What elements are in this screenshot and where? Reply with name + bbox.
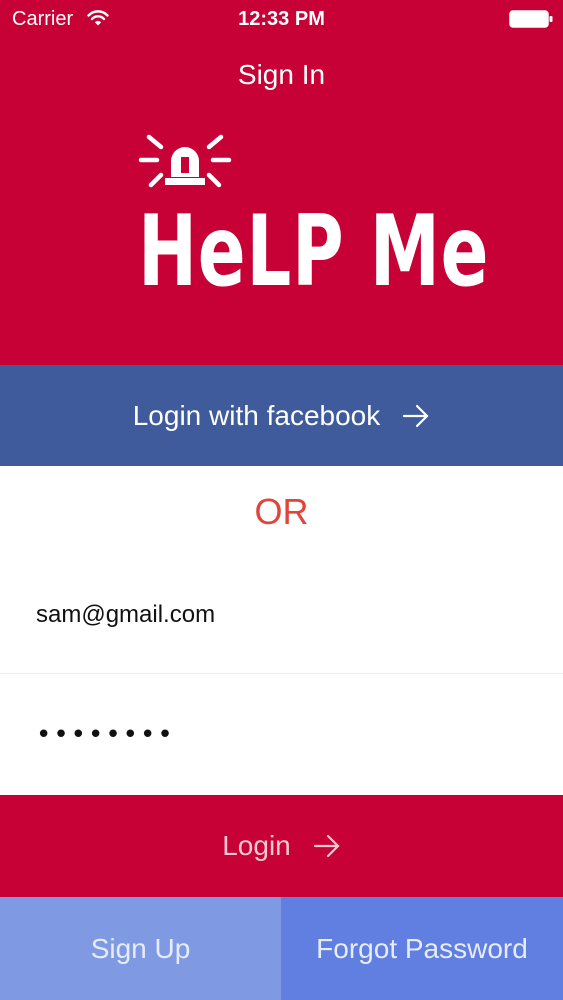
- login-with-facebook-button[interactable]: Login with facebook: [0, 365, 563, 466]
- arrow-right-icon: [403, 404, 429, 427]
- sign-up-label: Sign Up: [90, 932, 191, 964]
- login-button[interactable]: Login: [0, 795, 563, 897]
- or-divider: OR: [254, 491, 309, 532]
- status-bar: Carrier 12:33 PM: [0, 0, 563, 38]
- page-title: Sign In: [237, 59, 326, 90]
- facebook-button-label: Login with facebook: [132, 399, 381, 431]
- arrow-right-icon: [313, 834, 340, 858]
- sign-in-screen: Carrier 12:33 PM Sign In HeLP Me Login w…: [0, 0, 563, 1000]
- siren-icon: [138, 134, 232, 188]
- forgot-password-label: Forgot Password: [316, 932, 528, 964]
- battery-icon: [509, 10, 553, 28]
- sign-up-button[interactable]: Sign Up: [0, 897, 281, 1000]
- status-time: 12:33 PM: [238, 8, 325, 30]
- password-field[interactable]: [0, 675, 563, 795]
- header: Carrier 12:33 PM Sign In HeLP Me: [0, 0, 563, 365]
- login-button-label: Login: [222, 830, 291, 861]
- app-logo: HeLP Me: [130, 122, 490, 312]
- email-field[interactable]: [0, 556, 563, 674]
- logo-text: HeLP Me: [138, 195, 490, 309]
- forgot-password-button[interactable]: Forgot Password: [281, 897, 563, 1000]
